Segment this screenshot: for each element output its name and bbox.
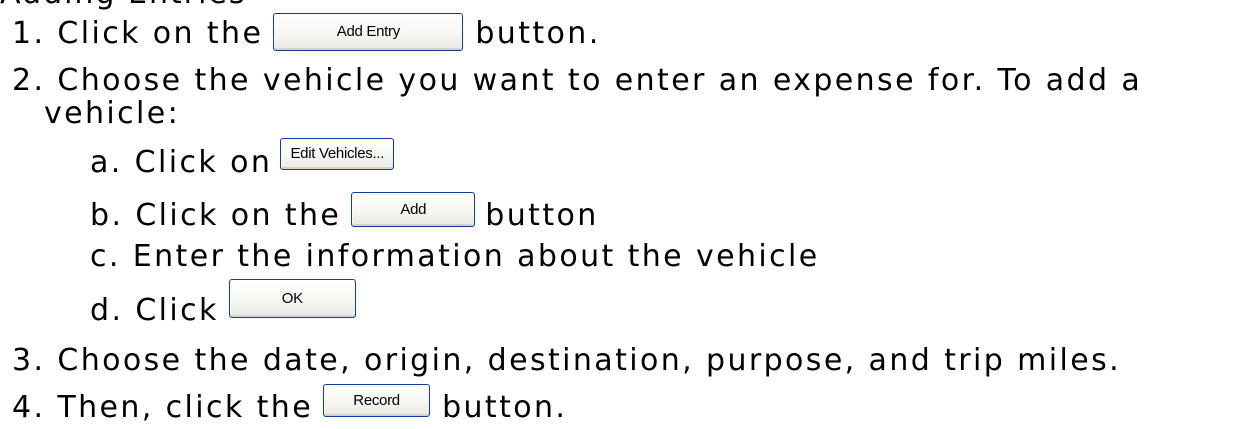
- step-2a: a. Click on Edit Vehicles...: [90, 138, 404, 178]
- step-2d: d. Click OK: [90, 279, 366, 328]
- step-2b-letter: b.: [90, 198, 124, 233]
- step-2d-letter: d.: [90, 293, 124, 328]
- ok-button[interactable]: OK: [228, 279, 356, 318]
- add-entry-button[interactable]: Add Entry: [273, 13, 464, 51]
- step-2d-text: Click: [135, 293, 219, 328]
- add-button[interactable]: Add: [351, 192, 476, 227]
- step-3-text: Choose the date, origin, destination, pu…: [57, 343, 1122, 378]
- step-3: 3. Choose the date, origin, destination,…: [12, 336, 1121, 376]
- step-1: 1. Click on the Add Entry button.: [12, 9, 601, 51]
- instructions-page: Adding Entries 1. Click on the Add Entry…: [0, 0, 1257, 429]
- step-2: 2. Choose the vehicle you want to enter …: [12, 56, 1142, 96]
- edit-vehicles-button[interactable]: Edit Vehicles...: [280, 138, 395, 170]
- step-1-text-after: button.: [475, 16, 601, 51]
- record-button[interactable]: Record: [323, 384, 431, 417]
- step-3-number: 3.: [12, 343, 46, 378]
- step-4-text-after: button.: [442, 390, 568, 425]
- step-4-number: 4.: [12, 390, 46, 425]
- step-4-text: Then, click the: [57, 390, 314, 425]
- step-2c: c. Enter the information about the vehic…: [90, 232, 820, 272]
- step-2b-text: Click on the: [135, 198, 342, 233]
- step-2-continued: vehicle:: [44, 89, 180, 129]
- step-2a-text: Click on: [134, 145, 273, 180]
- step-2b: b. Click on the Add button: [90, 191, 599, 231]
- step-2c-text: Enter the information about the vehicle: [132, 239, 820, 274]
- step-2a-letter: a.: [90, 145, 123, 180]
- step-1-text: Click on the: [57, 16, 264, 51]
- step-2c-letter: c.: [90, 239, 121, 274]
- step-2-text-line2: vehicle:: [44, 96, 181, 131]
- step-2-number: 2.: [12, 63, 46, 98]
- step-4: 4. Then, click the Record button.: [12, 383, 567, 423]
- step-1-number: 1.: [12, 16, 46, 51]
- step-2b-text-after: button: [485, 198, 599, 233]
- step-2-text: Choose the vehicle you want to enter an …: [57, 63, 1143, 98]
